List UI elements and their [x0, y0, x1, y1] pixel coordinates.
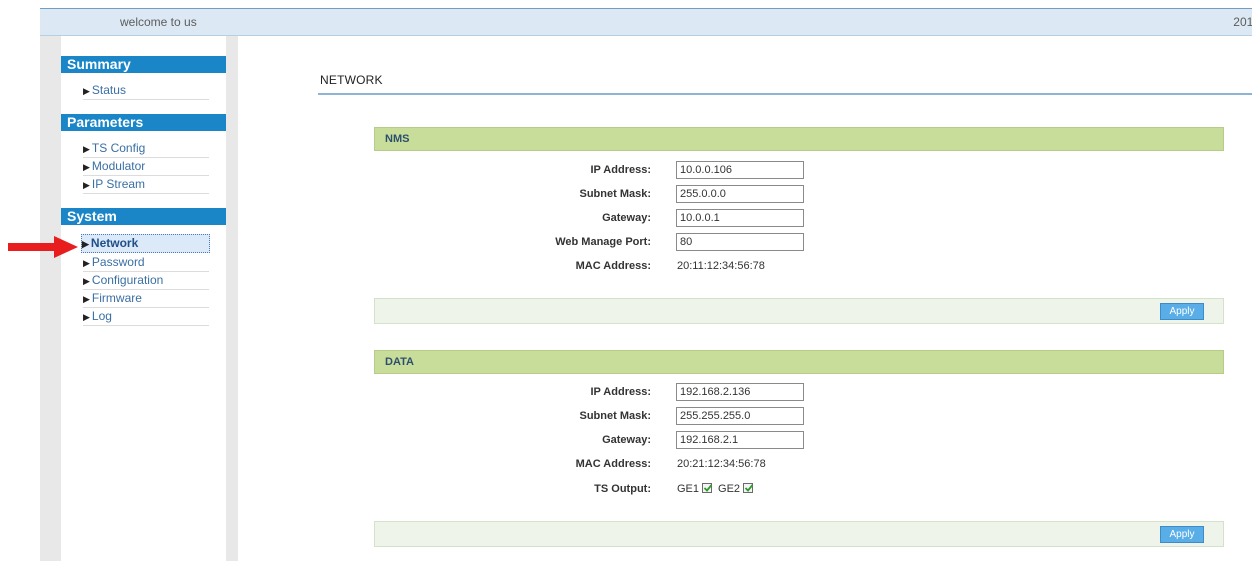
triangle-right-icon: ▶: [83, 276, 90, 286]
nms-gateway-label: Gateway:: [602, 212, 651, 224]
sidebar-item-network[interactable]: ▶ Network: [81, 234, 210, 253]
data-mac-value: 20:21:12:34:56:78: [677, 458, 766, 470]
sidebar-item-log[interactable]: ▶ Log: [83, 308, 209, 326]
triangle-right-icon: ▶: [83, 180, 90, 190]
sidebar-item-ts-config[interactable]: ▶ TS Config: [83, 140, 209, 158]
nms-port-input[interactable]: [676, 233, 804, 251]
nms-apply-button[interactable]: Apply: [1160, 303, 1204, 320]
data-mask-input[interactable]: [676, 407, 804, 425]
sidebar-item-configuration[interactable]: ▶ Configuration: [83, 272, 209, 290]
nms-apply-bar: Apply: [374, 298, 1224, 324]
checkmark-icon: [703, 484, 713, 492]
checkmark-icon: [744, 484, 754, 492]
data-apply-bar: Apply: [374, 521, 1224, 547]
data-ip-label: IP Address:: [590, 386, 651, 398]
triangle-right-icon: ▶: [83, 312, 90, 322]
ge1-label: GE1: [677, 483, 700, 495]
data-panel-header: DATA: [374, 350, 1224, 374]
nms-mask-input[interactable]: [676, 185, 804, 203]
red-arrow-icon: [8, 236, 78, 258]
ge1-checkbox[interactable]: [702, 483, 713, 493]
sidebar-item-modulator[interactable]: ▶ Modulator: [83, 158, 209, 176]
ge2-label: GE2: [718, 483, 741, 495]
triangle-right-icon: ▶: [82, 239, 89, 249]
header-date: 2016: [1233, 15, 1252, 29]
nms-mac-label: MAC Address:: [575, 260, 651, 272]
sidebar-item-status[interactable]: ▶ Status: [83, 82, 209, 100]
sidebar-edge: [226, 36, 238, 561]
sidebar-section-summary: Summary: [61, 56, 226, 73]
sidebar-item-firmware[interactable]: ▶ Firmware: [83, 290, 209, 308]
sidebar-section-system: System: [61, 208, 226, 225]
nms-port-label: Web Manage Port:: [555, 236, 651, 248]
nms-mac-value: 20:11:12:34:56:78: [677, 260, 765, 272]
data-apply-button[interactable]: Apply: [1160, 526, 1204, 543]
top-header-bar: welcome to us­ 2016: [40, 8, 1252, 36]
data-gateway-label: Gateway:: [602, 434, 651, 446]
nms-ip-input[interactable]: [676, 161, 804, 179]
welcome-text: welcome to us­: [120, 15, 197, 29]
ts-output-options: GE1 GE2: [677, 480, 759, 498]
sidebar: Summary ▶ Status Parameters ▶ TS Config ▶ M…: [61, 36, 226, 561]
triangle-right-icon: ▶: [83, 258, 90, 268]
triangle-right-icon: ▶: [83, 162, 90, 172]
nms-ip-label: IP Address:: [590, 164, 651, 176]
sidebar-section-parameters: Parameters: [61, 114, 226, 131]
nms-mask-label: Subnet Mask:: [579, 188, 651, 200]
page-title: NETWORK: [320, 73, 383, 87]
nms-gateway-input[interactable]: [676, 209, 804, 227]
triangle-right-icon: ▶: [83, 86, 90, 96]
title-divider: [318, 93, 1252, 95]
data-ts-output-label: TS Output:: [594, 483, 651, 495]
data-ip-input[interactable]: [676, 383, 804, 401]
data-mask-label: Subnet Mask:: [579, 410, 651, 422]
nms-panel-header: NMS: [374, 127, 1224, 151]
triangle-right-icon: ▶: [83, 294, 90, 304]
sidebar-item-ip-stream[interactable]: ▶ IP Stream: [83, 176, 209, 194]
sidebar-item-password[interactable]: ▶ Password: [83, 254, 209, 272]
triangle-right-icon: ▶: [83, 144, 90, 154]
left-gutter: [40, 36, 61, 561]
ge2-checkbox[interactable]: [743, 483, 754, 493]
data-mac-label: MAC Address:: [575, 458, 651, 470]
data-gateway-input[interactable]: [676, 431, 804, 449]
